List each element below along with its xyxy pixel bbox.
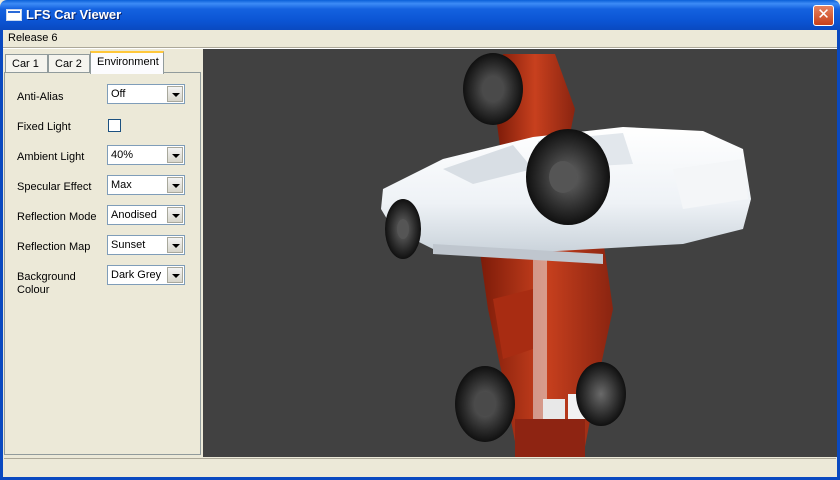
reflection-map-select[interactable]: Sunset: [107, 235, 185, 255]
window-frame-left: [0, 30, 3, 480]
ambient-light-value: 40%: [111, 149, 134, 161]
close-button[interactable]: ✕: [813, 5, 834, 26]
reflection-mode-label: Reflection Mode: [17, 211, 97, 223]
fixed-light-checkbox[interactable]: [108, 119, 121, 132]
chevron-down-icon[interactable]: [167, 86, 183, 102]
background-colour-select[interactable]: Dark Grey: [107, 265, 185, 285]
reflection-mode-value: Anodised: [111, 209, 157, 221]
background-colour-label-line2: Colour: [17, 284, 50, 296]
anti-alias-value: Off: [111, 88, 126, 100]
title-bar[interactable]: LFS Car Viewer ✕: [0, 0, 840, 30]
specular-effect-label: Specular Effect: [17, 181, 92, 193]
tab-car-2[interactable]: Car 2: [48, 54, 90, 73]
chevron-down-icon[interactable]: [167, 147, 183, 163]
car-viewport[interactable]: [203, 49, 837, 457]
chevron-down-icon[interactable]: [167, 177, 183, 193]
chevron-down-icon[interactable]: [167, 207, 183, 223]
window-title: LFS Car Viewer: [26, 7, 122, 22]
specular-effect-value: Max: [111, 179, 132, 191]
app-window-icon: [6, 9, 22, 21]
background-colour-value: Dark Grey: [111, 269, 162, 281]
status-bar: [4, 458, 836, 477]
tab-car-1[interactable]: Car 1: [5, 54, 48, 73]
ambient-light-select[interactable]: 40%: [107, 145, 185, 165]
anti-alias-select[interactable]: Off: [107, 84, 185, 104]
background-colour-label-line1: Background: [17, 271, 76, 283]
reflection-map-label: Reflection Map: [17, 241, 91, 253]
specular-effect-select[interactable]: Max: [107, 175, 185, 195]
car-render: [381, 53, 751, 457]
ambient-light-label: Ambient Light: [17, 151, 85, 163]
reflection-map-value: Sunset: [111, 239, 146, 251]
wheel: [576, 362, 626, 426]
tab-environment[interactable]: Environment: [90, 51, 164, 74]
chevron-down-icon[interactable]: [167, 267, 183, 283]
reflection-mode-select[interactable]: Anodised: [107, 205, 185, 225]
chevron-down-icon[interactable]: [167, 237, 183, 253]
release-label: Release 6: [8, 32, 58, 44]
fixed-light-label: Fixed Light: [17, 121, 71, 133]
anti-alias-label: Anti-Alias: [17, 91, 64, 103]
